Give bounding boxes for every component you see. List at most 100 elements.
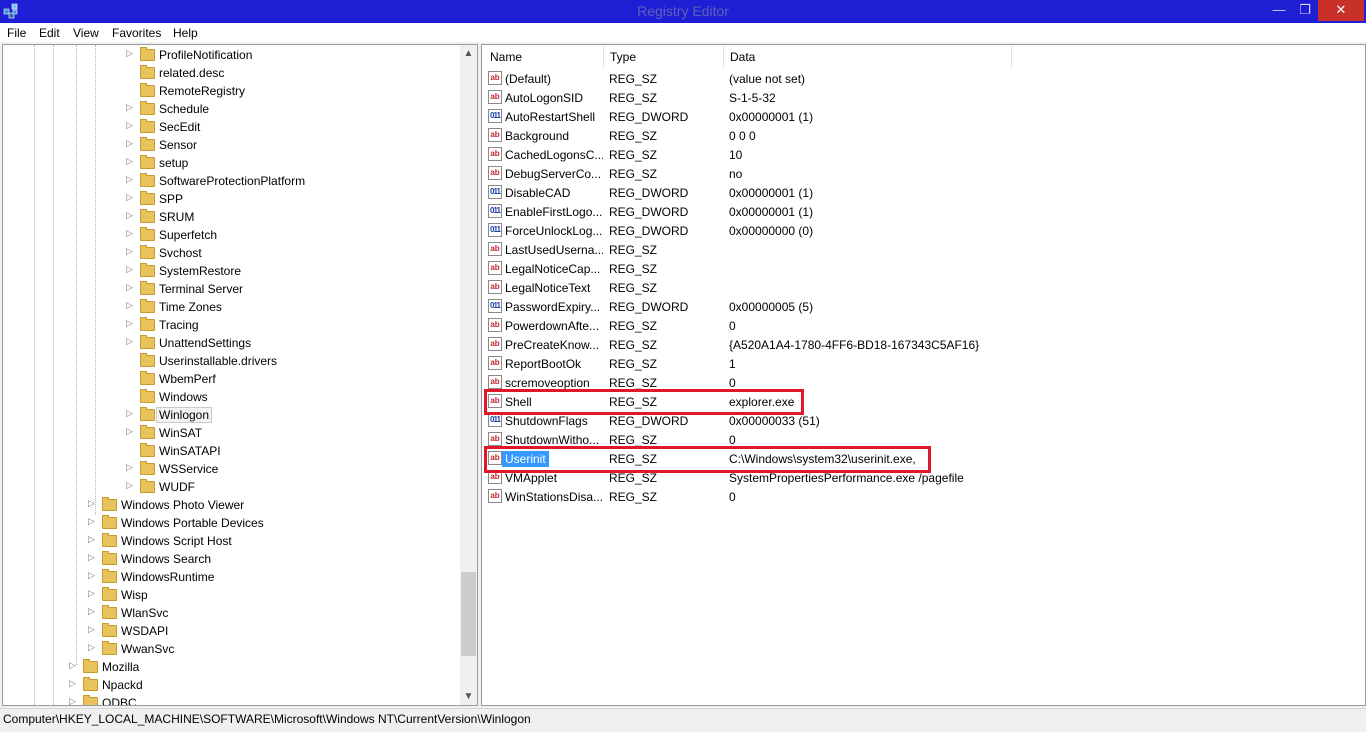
- expand-arrow-icon[interactable]: ▷: [126, 318, 135, 329]
- folder-icon: [140, 371, 155, 385]
- value-type: REG_DWORD: [609, 186, 689, 200]
- value-name: LegalNoticeText: [505, 281, 591, 295]
- value-name: (Default): [505, 72, 552, 86]
- value-type: REG_SZ: [609, 148, 658, 162]
- expand-arrow-icon[interactable]: ▷: [126, 120, 135, 131]
- binary-value-icon: 011: [488, 299, 502, 313]
- value-row[interactable]: ab LegalNoticeText REG_SZ: [482, 278, 1365, 297]
- tree-item-label: WwanSvc: [121, 642, 175, 656]
- expand-arrow-icon[interactable]: ▷: [88, 516, 97, 527]
- value-row[interactable]: ab WinStationsDisa... REG_SZ 0: [482, 487, 1365, 506]
- value-row[interactable]: ab ReportBootOk REG_SZ 1: [482, 354, 1365, 373]
- value-row[interactable]: ab LegalNoticeCap... REG_SZ: [482, 259, 1365, 278]
- tree-item-label: SecEdit: [159, 120, 201, 134]
- column-divider[interactable]: [723, 45, 724, 68]
- expand-arrow-icon[interactable]: ▷: [69, 660, 78, 671]
- folder-icon: [102, 587, 117, 601]
- expand-arrow-icon[interactable]: ▷: [126, 264, 135, 275]
- menu-file[interactable]: File: [7, 26, 26, 40]
- tree-scrollbar[interactable]: ▲ ▼: [460, 45, 477, 705]
- value-data: 0: [729, 319, 736, 333]
- folder-icon: [140, 425, 155, 439]
- tree-item-label: UnattendSettings: [159, 336, 252, 350]
- menu-view[interactable]: View: [73, 26, 99, 40]
- key-tree[interactable]: ▷ ProfileNotification related.desc RemoteRe…: [2, 44, 478, 706]
- expand-arrow-icon[interactable]: ▷: [88, 588, 97, 599]
- expand-arrow-icon[interactable]: ▷: [88, 534, 97, 545]
- value-row[interactable]: 011 ForceUnlockLog... REG_DWORD 0x00000000 …: [482, 221, 1365, 240]
- expand-arrow-icon[interactable]: ▷: [88, 606, 97, 617]
- expand-arrow-icon[interactable]: ▷: [126, 210, 135, 221]
- expand-arrow-icon[interactable]: ▷: [126, 102, 135, 113]
- value-row[interactable]: 011 PasswordExpiry... REG_DWORD 0x00000005 …: [482, 297, 1365, 316]
- value-type: REG_SZ: [609, 262, 658, 276]
- tree-item-label: Terminal Server: [159, 282, 244, 296]
- expand-arrow-icon[interactable]: ▷: [126, 480, 135, 491]
- expand-arrow-icon[interactable]: ▷: [126, 426, 135, 437]
- folder-icon: [140, 83, 155, 97]
- expand-arrow-icon[interactable]: ▷: [126, 300, 135, 311]
- column-data[interactable]: Data: [730, 50, 755, 64]
- expand-arrow-icon[interactable]: ▷: [126, 408, 135, 419]
- value-row[interactable]: 011 DisableCAD REG_DWORD 0x00000001 (1): [482, 183, 1365, 202]
- value-row[interactable]: ab Background REG_SZ 0 0 0: [482, 126, 1365, 145]
- value-row[interactable]: ab CachedLogonsC... REG_SZ 10: [482, 145, 1365, 164]
- value-data: 0x00000001 (1): [729, 110, 814, 124]
- tree-item-label: SRUM: [159, 210, 195, 224]
- value-row[interactable]: ab PreCreateKnow... REG_SZ {A520A1A4-1780-4…: [482, 335, 1365, 354]
- value-data: 0: [729, 433, 736, 447]
- string-value-icon: ab: [488, 280, 502, 294]
- value-name: ShutdownWitho...: [505, 433, 600, 447]
- tree-item-label: SoftwareProtectionPlatform: [159, 174, 306, 188]
- value-row[interactable]: ab LastUsedUserna... REG_SZ: [482, 240, 1365, 259]
- scroll-thumb[interactable]: [461, 572, 476, 656]
- value-row[interactable]: 011 EnableFirstLogo... REG_DWORD 0x00000001…: [482, 202, 1365, 221]
- folder-icon: [140, 155, 155, 169]
- expand-arrow-icon[interactable]: ▷: [126, 174, 135, 185]
- expand-arrow-icon[interactable]: ▷: [126, 336, 135, 347]
- expand-arrow-icon[interactable]: ▷: [69, 696, 78, 705]
- maximize-button[interactable]: ❐: [1290, 0, 1320, 21]
- expand-arrow-icon[interactable]: ▷: [126, 462, 135, 473]
- expand-arrow-icon[interactable]: ▷: [126, 156, 135, 167]
- binary-value-icon: 011: [488, 185, 502, 199]
- expand-arrow-icon[interactable]: ▷: [88, 570, 97, 581]
- value-row[interactable]: ab AutoLogonSID REG_SZ S-1-5-32: [482, 88, 1365, 107]
- value-type: REG_DWORD: [609, 224, 689, 238]
- menu-favorites[interactable]: Favorites: [112, 26, 161, 40]
- expand-arrow-icon[interactable]: ▷: [88, 624, 97, 635]
- close-button[interactable]: ✕: [1318, 0, 1364, 21]
- value-row[interactable]: 011 AutoRestartShell REG_DWORD 0x00000001 (…: [482, 107, 1365, 126]
- scroll-down-icon[interactable]: ▼: [460, 688, 477, 705]
- string-value-icon: ab: [488, 166, 502, 180]
- column-name[interactable]: Name: [490, 50, 522, 64]
- expand-arrow-icon[interactable]: ▷: [88, 552, 97, 563]
- column-divider[interactable]: [603, 45, 604, 68]
- scroll-up-icon[interactable]: ▲: [460, 45, 477, 62]
- value-data: {A520A1A4-1780-4FF6-BD18-167343C5AF16}: [729, 338, 980, 352]
- expand-arrow-icon[interactable]: ▷: [126, 282, 135, 293]
- value-name: Background: [505, 129, 570, 143]
- folder-icon: [140, 299, 155, 313]
- title-bar[interactable]: Registry Editor — ❐ ✕: [0, 0, 1366, 23]
- value-list[interactable]: Name Type Data ab (Default) REG_SZ (value n…: [481, 44, 1366, 706]
- value-row[interactable]: ab PowerdownAfte... REG_SZ 0: [482, 316, 1365, 335]
- expand-arrow-icon[interactable]: ▷: [88, 642, 97, 653]
- value-row[interactable]: ab (Default) REG_SZ (value not set): [482, 69, 1365, 88]
- expand-arrow-icon[interactable]: ▷: [126, 246, 135, 257]
- column-divider[interactable]: [1011, 45, 1012, 68]
- expand-arrow-icon[interactable]: ▷: [126, 48, 135, 59]
- tree-item-label: Windows Portable Devices: [121, 516, 264, 530]
- menu-help[interactable]: Help: [173, 26, 198, 40]
- expand-arrow-icon[interactable]: ▷: [88, 498, 97, 509]
- folder-icon: [102, 533, 117, 547]
- string-value-icon: ab: [488, 489, 502, 503]
- value-row[interactable]: ab DebugServerCo... REG_SZ no: [482, 164, 1365, 183]
- expand-arrow-icon[interactable]: ▷: [126, 228, 135, 239]
- expand-arrow-icon[interactable]: ▷: [69, 678, 78, 689]
- expand-arrow-icon[interactable]: ▷: [126, 138, 135, 149]
- menu-edit[interactable]: Edit: [39, 26, 60, 40]
- folder-icon: [140, 65, 155, 79]
- expand-arrow-icon[interactable]: ▷: [126, 192, 135, 203]
- column-type[interactable]: Type: [610, 50, 636, 64]
